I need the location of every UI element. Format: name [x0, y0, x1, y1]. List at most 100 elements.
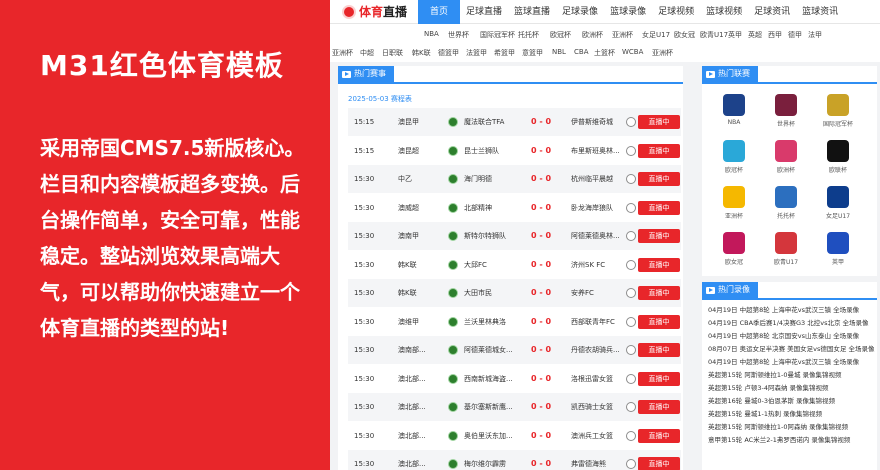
league-tag[interactable]: 德甲: [788, 30, 802, 40]
panel-label: 热门赛事: [338, 66, 394, 82]
league-tag[interactable]: 英超: [748, 30, 762, 40]
live-button[interactable]: 直播中: [638, 172, 680, 186]
league-item[interactable]: 世界杯: [766, 94, 806, 128]
league-tag[interactable]: 欧青U17: [700, 30, 728, 40]
match-score: 0 - 0: [531, 288, 552, 297]
nav-item[interactable]: 首页: [418, 0, 461, 24]
league-tag[interactable]: 亚洲杯: [612, 30, 633, 40]
video-link[interactable]: 04月19日 中超第8轮 北京国安vs山东泰山 全场录像: [708, 330, 876, 343]
video-link[interactable]: 08月07日 奥运女足半决赛 美国女足vs德国女足 全场录像: [708, 343, 876, 356]
match-time: 15:15: [354, 118, 375, 126]
league-tag[interactable]: 德篮甲: [438, 48, 459, 58]
live-button[interactable]: 直播中: [638, 428, 680, 443]
league-tag[interactable]: 希篮甲: [494, 48, 515, 58]
video-link[interactable]: 英超第15轮 阿斯顿维拉1-0曼城 录像集锦视频: [708, 369, 876, 382]
league-item[interactable]: 女足U17: [818, 186, 858, 220]
league-tag[interactable]: 土篮杯: [594, 48, 615, 58]
league-item[interactable]: 欧冠杯: [714, 140, 754, 174]
live-button[interactable]: 直播中: [638, 229, 680, 243]
match-row: 15:30 澳北部... 基尔塞斯新鹰... 0 - 0 凯西骑士女篮 直播中: [348, 393, 681, 421]
league-item[interactable]: 欧洲杯: [766, 140, 806, 174]
match-score: 0 - 0: [531, 430, 552, 440]
live-button[interactable]: 直播中: [638, 371, 680, 386]
league-item[interactable]: 托托杯: [766, 186, 806, 220]
league-item[interactable]: 国际冠军杯: [818, 94, 858, 128]
video-link[interactable]: 04月19日 中超第8轮 上海申花vs武汉三镇 全场录像: [708, 304, 876, 317]
video-link[interactable]: 04月19日 中超第8轮 上海申花vs武汉三镇 全场录像: [708, 356, 876, 369]
league-tag[interactable]: 欧女冠: [674, 30, 695, 40]
nav-item[interactable]: 足球资讯: [748, 0, 796, 24]
league-name: 托托杯: [776, 213, 795, 220]
league-item[interactable]: 欧青U17: [766, 232, 806, 266]
league-tag[interactable]: 法篮甲: [466, 48, 487, 58]
home-team: 西南新城海盗...: [464, 374, 513, 383]
match-score: 0 - 0: [531, 373, 552, 383]
live-button[interactable]: 直播中: [638, 343, 680, 357]
league-item[interactable]: 英甲: [818, 232, 858, 266]
away-team-icon: [626, 202, 636, 213]
nav-item[interactable]: 篮球直播: [508, 0, 556, 24]
video-link[interactable]: 04月19日 CBA季后赛1/4决赛G3 北控vs北京 全场录像: [708, 317, 876, 330]
league-tag[interactable]: 世界杯: [448, 30, 469, 40]
home-team-icon: [448, 117, 458, 127]
video-link[interactable]: 英超第15轮 阿斯顿维拉1-0阿森纳 录像集锦视频: [708, 421, 876, 434]
league-tag[interactable]: 国际冠军杯: [480, 30, 515, 40]
nav-item[interactable]: 足球视频: [652, 0, 700, 24]
home-team: 阿德莱德城女...: [464, 346, 513, 354]
panel-header: 热门录像: [702, 282, 877, 300]
video-link[interactable]: 英超第16轮 曼城0-3伯恩茅斯 录像集锦视频: [708, 395, 876, 408]
league-tag[interactable]: 日职联: [382, 48, 403, 58]
league-name: 亚洲杯: [724, 213, 743, 220]
video-link[interactable]: 英超第15轮 曼城1-1热刺 录像集锦视频: [708, 408, 876, 421]
live-button[interactable]: 直播中: [638, 257, 680, 272]
league-item[interactable]: NBA: [714, 94, 754, 126]
league-tag[interactable]: 西甲: [768, 30, 782, 40]
league-tag[interactable]: 亚洲杯: [332, 48, 353, 58]
league-tag[interactable]: 亚洲杯: [652, 48, 673, 58]
league-logo-icon: [723, 232, 745, 254]
league-item[interactable]: 亚洲杯: [714, 186, 754, 220]
away-team-icon: [626, 316, 636, 327]
live-button[interactable]: 直播中: [638, 286, 680, 300]
hot-leagues-box: 热门联赛 NBA 世界杯 国际冠军杯 欧冠杯 欧洲杯 欧联杯 亚洲杯 托托杯 女足U17 欧女冠 欧…: [702, 66, 877, 276]
league-name: 世界杯: [776, 121, 795, 128]
live-button[interactable]: 直播中: [638, 115, 680, 129]
video-link[interactable]: 英超第15轮 卢顿3-4阿森纳 录像集锦视频: [708, 382, 876, 395]
site-logo[interactable]: 体育直播: [330, 3, 418, 20]
nav-item[interactable]: 篮球视频: [700, 0, 748, 24]
league-tag[interactable]: 欧冠杯: [550, 30, 571, 40]
live-button[interactable]: 直播中: [638, 200, 680, 215]
league-tag[interactable]: 欧洲杯: [582, 30, 603, 40]
league-tag[interactable]: 女足U17: [642, 30, 670, 40]
league-tag[interactable]: 英甲: [728, 30, 742, 40]
league-item[interactable]: 欧联杯: [818, 140, 858, 174]
league-item[interactable]: 欧女冠: [714, 232, 754, 266]
league-tag[interactable]: 托托杯: [518, 30, 539, 40]
nav-item[interactable]: 足球录像: [556, 0, 604, 24]
home-team-icon: [448, 459, 458, 469]
league-tag[interactable]: NBL: [552, 48, 566, 56]
home-team: 海门明德: [464, 175, 492, 183]
nav-item[interactable]: 篮球录像: [604, 0, 652, 24]
promo-description: 采用帝国CMS7.5新版核心。栏目和内容模板超多变换。后台操作简单，安全可靠，性…: [40, 136, 305, 340]
home-team-icon: [448, 231, 458, 241]
video-icon: [706, 286, 715, 294]
away-team: 澳洲兵工女篮: [571, 431, 613, 440]
nav-item[interactable]: 足球直播: [460, 0, 508, 24]
away-team: 安养FC: [571, 289, 594, 297]
home-team-icon: [448, 259, 458, 270]
live-button[interactable]: 直播中: [638, 314, 680, 329]
league-tag[interactable]: 韩K联: [412, 48, 431, 58]
live-button[interactable]: 直播中: [638, 457, 680, 470]
league-tag[interactable]: WCBA: [622, 48, 643, 56]
league-tag[interactable]: CBA: [574, 48, 588, 56]
live-button[interactable]: 直播中: [638, 143, 680, 158]
league-tag[interactable]: 中超: [360, 48, 374, 58]
nav-item[interactable]: 篮球资讯: [796, 0, 844, 24]
league-tag[interactable]: 意篮甲: [522, 48, 543, 58]
league-tag[interactable]: 法甲: [808, 30, 822, 40]
video-link[interactable]: 意甲第15轮 AC米兰2-1弗罗西诺内 录像集锦视频: [708, 434, 876, 447]
live-button[interactable]: 直播中: [638, 400, 680, 414]
league-tag[interactable]: NBA: [424, 30, 439, 38]
match-row: 15:30 澳维甲 兰沃里林典洛 0 - 0 西部联青年FC 直播中: [348, 308, 681, 336]
